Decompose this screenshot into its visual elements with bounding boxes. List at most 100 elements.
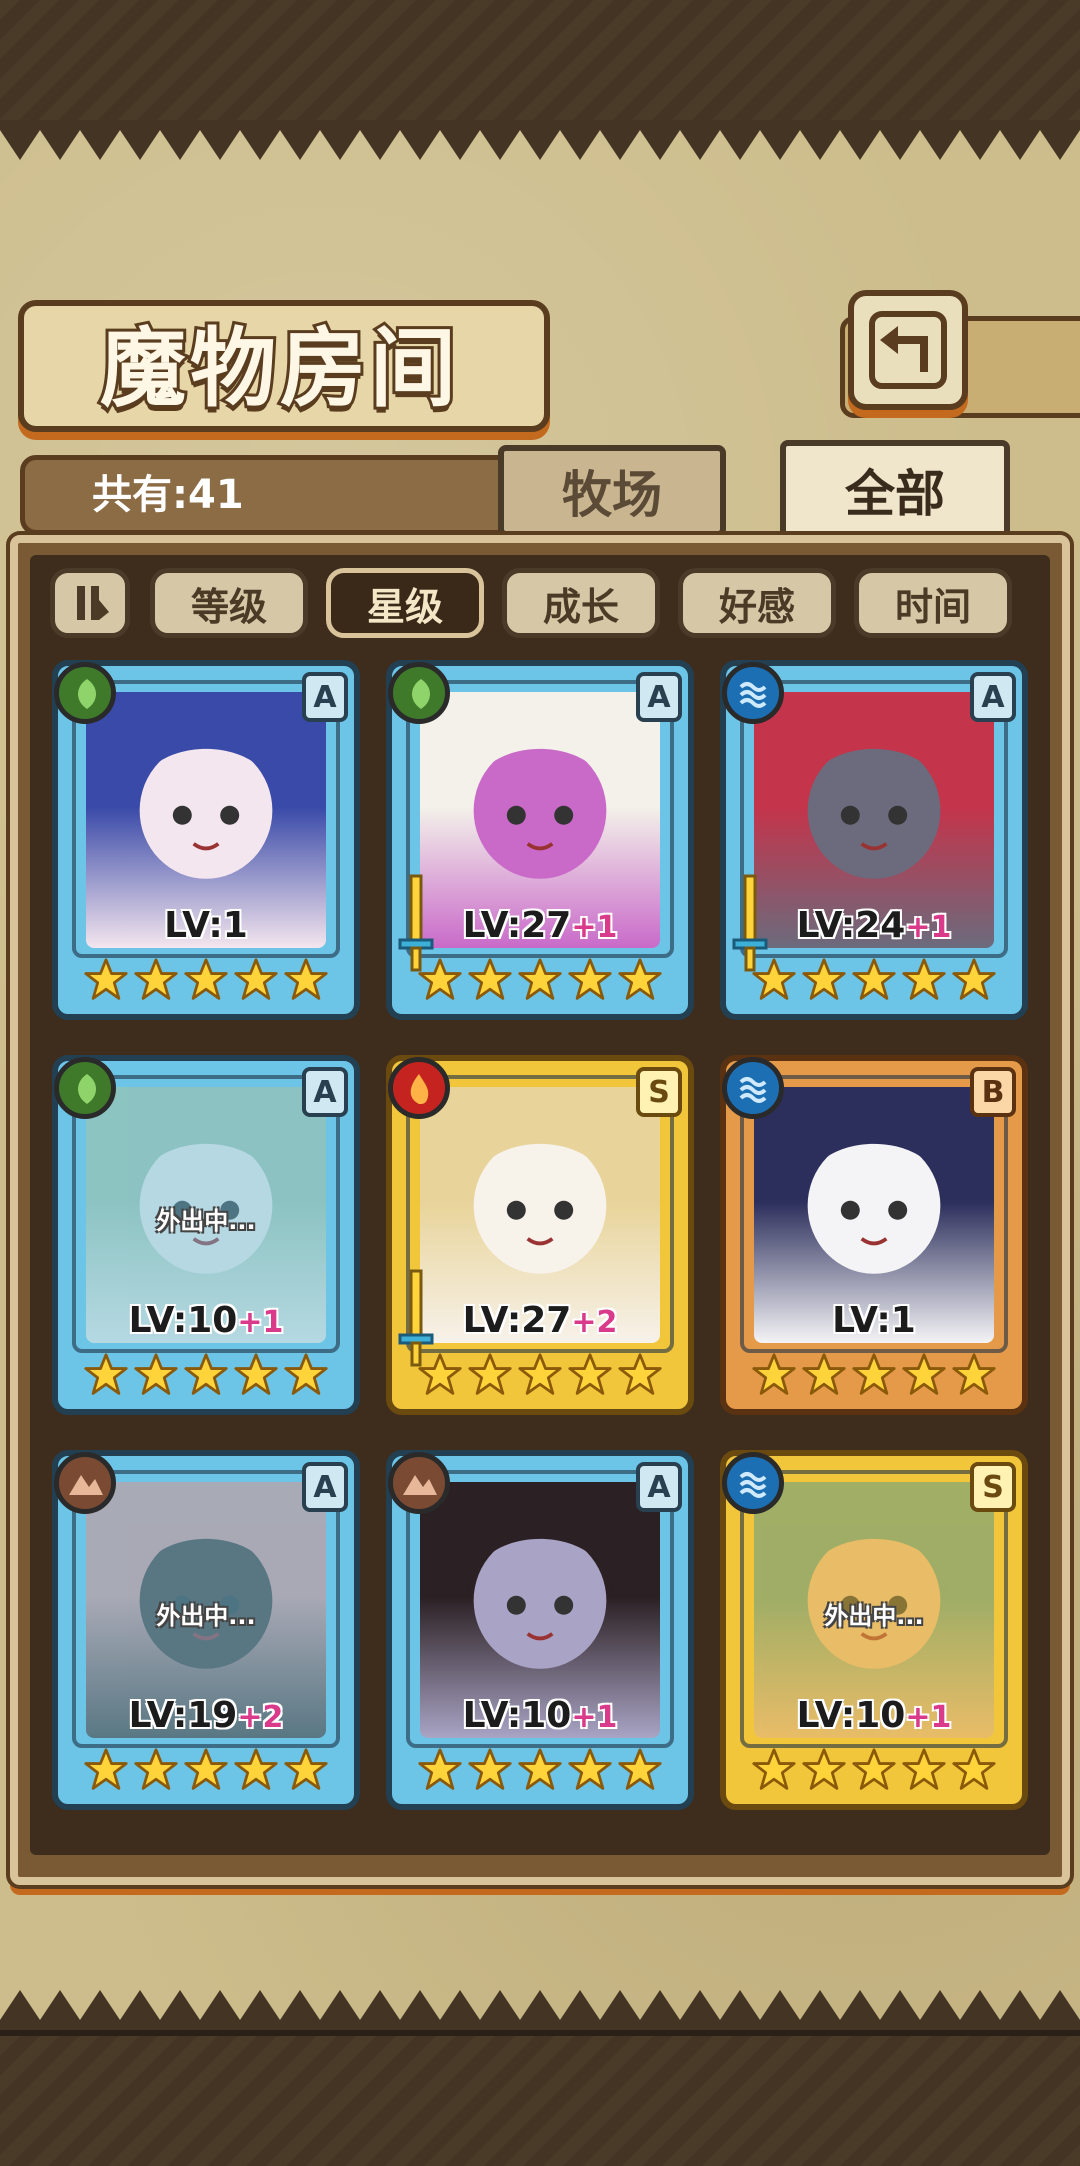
rank-badge: A: [636, 1462, 682, 1512]
star-icon: [617, 1746, 663, 1798]
star-icon: [233, 956, 279, 1008]
star-icon: [801, 1351, 847, 1403]
star-icon: [517, 956, 563, 1008]
star-rating: [752, 1351, 996, 1403]
away-status: 外出中...: [156, 1207, 256, 1235]
star-icon: [467, 1351, 513, 1403]
level-value: LV:27: [462, 905, 572, 946]
star-icon: [133, 1351, 179, 1403]
water-icon: [722, 1057, 784, 1119]
star-icon: [567, 1351, 613, 1403]
star-icon: [517, 1351, 563, 1403]
star-icon: [567, 956, 613, 1008]
leaf-icon: [388, 662, 450, 724]
rank-badge: A: [302, 1462, 348, 1512]
monster-card[interactable]: S 外出中... LV:10+1: [720, 1450, 1028, 1810]
earth-icon: [54, 1452, 116, 1514]
sort-star-button[interactable]: 星级: [326, 568, 484, 638]
star-icon: [851, 1351, 897, 1403]
away-status: 外出中...: [156, 1602, 256, 1630]
star-icon: [83, 1351, 129, 1403]
rank-badge: A: [302, 672, 348, 722]
monster-card[interactable]: A LV:10+1: [386, 1450, 694, 1810]
star-icon: [133, 956, 179, 1008]
level-bonus: +1: [237, 1305, 284, 1340]
level-label: LV:24+1: [726, 905, 1022, 946]
star-icon: [951, 1351, 997, 1403]
star-icon: [567, 1746, 613, 1798]
star-icon: [83, 1746, 129, 1798]
earth-icon: [388, 1452, 450, 1514]
star-icon: [183, 956, 229, 1008]
star-icon: [517, 1746, 563, 1798]
level-label: LV:10+1: [392, 1695, 688, 1736]
tab-all[interactable]: 全部: [780, 440, 1010, 540]
star-icon: [751, 1351, 797, 1403]
star-icon: [801, 956, 847, 1008]
level-value: LV:1: [164, 905, 248, 946]
water-icon: [722, 662, 784, 724]
monster-card[interactable]: A LV:24+1: [720, 660, 1028, 1020]
top-border: [0, 0, 1080, 126]
monster-card[interactable]: S LV:27+2: [386, 1055, 694, 1415]
rank-badge: A: [970, 672, 1016, 722]
star-icon: [901, 956, 947, 1008]
star-icon: [467, 956, 513, 1008]
page-title: 魔物房间: [97, 315, 460, 422]
star-icon: [951, 956, 997, 1008]
level-bonus: +2: [571, 1305, 618, 1340]
star-icon: [417, 1746, 463, 1798]
star-rating: [84, 1351, 328, 1403]
star-rating: [84, 956, 328, 1008]
level-bonus: +1: [905, 910, 952, 945]
away-status: 外出中...: [824, 1602, 924, 1630]
tab-ranch[interactable]: 牧场: [498, 445, 726, 537]
level-value: LV:27: [462, 1300, 572, 1341]
monster-card[interactable]: B LV:1: [720, 1055, 1028, 1415]
level-label: LV:27+1: [392, 905, 688, 946]
leaf-icon: [54, 662, 116, 724]
level-bonus: +1: [571, 910, 618, 945]
level-label: LV:27+2: [392, 1300, 688, 1341]
rank-badge: S: [636, 1067, 682, 1117]
star-icon: [751, 956, 797, 1008]
star-icon: [751, 1746, 797, 1798]
star-icon: [233, 1351, 279, 1403]
monster-card[interactable]: A 外出中... LV:10+1: [52, 1055, 360, 1415]
level-value: LV:10: [796, 1695, 906, 1736]
rank-badge: A: [636, 672, 682, 722]
star-icon: [901, 1351, 947, 1403]
water-icon: [722, 1452, 784, 1514]
star-icon: [283, 1746, 329, 1798]
back-button[interactable]: [848, 290, 968, 410]
star-rating: [84, 1746, 328, 1798]
monster-card[interactable]: A LV:1: [52, 660, 360, 1020]
star-icon: [133, 1746, 179, 1798]
level-value: LV:10: [128, 1300, 238, 1341]
star-icon: [851, 1746, 897, 1798]
sort-affection-button[interactable]: 好感: [678, 568, 836, 638]
star-icon: [467, 1746, 513, 1798]
star-icon: [183, 1351, 229, 1403]
level-label: LV:10+1: [58, 1300, 354, 1341]
rank-badge: B: [970, 1067, 1016, 1117]
return-icon: [869, 311, 947, 389]
star-icon: [183, 1746, 229, 1798]
sort-level-button[interactable]: 等级: [150, 568, 308, 638]
sort-time-button[interactable]: 时间: [854, 568, 1012, 638]
star-icon: [617, 956, 663, 1008]
leaf-icon: [54, 1057, 116, 1119]
sort-order-toggle[interactable]: [50, 568, 130, 638]
star-rating: [752, 956, 996, 1008]
monster-card[interactable]: A 外出中... LV:19+2: [52, 1450, 360, 1810]
monster-count: 共有:41: [92, 472, 244, 518]
level-label: LV:1: [58, 905, 354, 946]
level-value: LV:10: [462, 1695, 572, 1736]
star-icon: [617, 1351, 663, 1403]
level-bonus: +1: [905, 1700, 952, 1735]
star-icon: [951, 1746, 997, 1798]
sort-growth-button[interactable]: 成长: [502, 568, 660, 638]
star-icon: [233, 1746, 279, 1798]
monster-card[interactable]: A LV:27+1: [386, 660, 694, 1020]
level-bonus: +2: [237, 1700, 284, 1735]
